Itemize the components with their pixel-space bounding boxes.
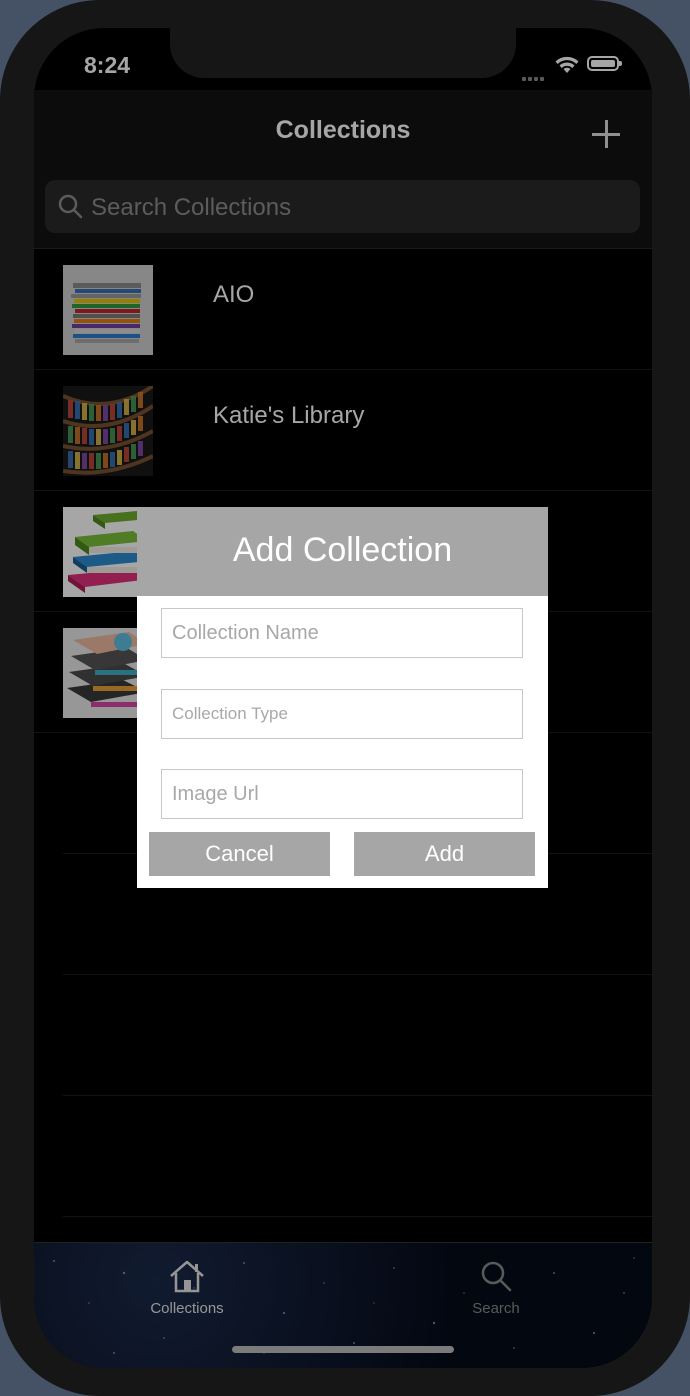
add-collection-dialog: Add Collection Cancel Add [137, 507, 548, 888]
image-url-input[interactable] [161, 769, 523, 819]
dialog-header: Add Collection [137, 507, 548, 596]
collection-type-input[interactable] [161, 689, 523, 739]
collection-name-input[interactable] [161, 608, 523, 658]
cancel-button[interactable]: Cancel [149, 832, 330, 876]
dialog-title: Add Collection [232, 531, 453, 569]
add-button[interactable]: Add [354, 832, 535, 876]
